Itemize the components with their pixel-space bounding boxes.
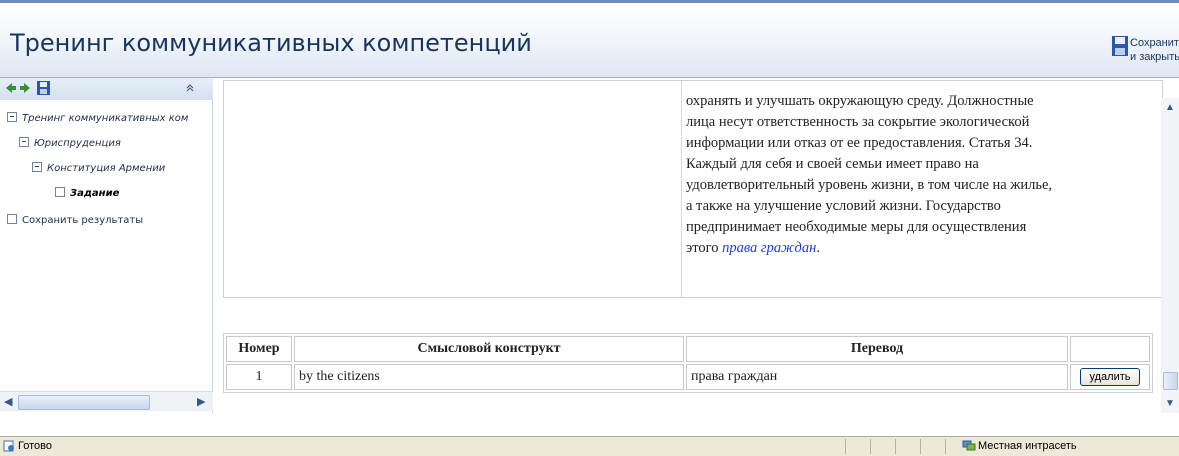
- status-divider: [845, 439, 846, 454]
- scroll-right-icon[interactable]: ▶: [197, 395, 205, 408]
- text-line: лица несут ответственность за сокрытие э…: [686, 114, 1030, 130]
- intranet-icon: [962, 440, 976, 451]
- citizens-rights-link[interactable]: права граждан: [722, 240, 816, 256]
- table-header-row: Номер Смысловой конструкт Перевод: [226, 336, 1150, 362]
- delete-button[interactable]: удалить: [1080, 368, 1140, 386]
- tree-item-training[interactable]: Тренинг коммуникативных ком: [7, 112, 188, 124]
- status-divider: [945, 439, 946, 454]
- save-and-close-button[interactable]: Сохранить и закрыть: [1112, 30, 1179, 78]
- horizontal-scrollbar[interactable]: ◀ ▶: [0, 391, 213, 411]
- main-content: охранять и улучшать окружающую среду. До…: [213, 78, 1179, 413]
- collapse-box-icon[interactable]: [19, 137, 29, 147]
- tree-item-save-results[interactable]: Сохранить результаты: [7, 214, 143, 226]
- tree-item-task[interactable]: Задание: [55, 187, 119, 199]
- cell-number: 1: [226, 364, 292, 390]
- scroll-thumb[interactable]: [18, 395, 150, 410]
- text-line: этого права граждан.: [686, 240, 820, 256]
- page-title: Тренинг коммуникативных компетенций: [10, 29, 532, 57]
- text-line: охранять и улучшать окружающую среду. До…: [686, 93, 1034, 109]
- header-action: [1070, 336, 1150, 362]
- collapse-box-icon[interactable]: [7, 112, 17, 122]
- status-ready-text: Готово: [18, 440, 52, 452]
- security-zone-text: Местная интрасеть: [978, 440, 1077, 452]
- status-divider: [870, 439, 871, 454]
- table-row: 1 by the citizens права граждан удалить: [226, 364, 1150, 390]
- tree-item-constitution[interactable]: Конституция Армении: [32, 162, 165, 174]
- text-container: охранять и улучшать окружающую среду. До…: [223, 80, 1163, 298]
- navigation-panel: Тренинг коммуникативных ком Юриспруденци…: [0, 78, 213, 413]
- text-line: Каждый для себя и своей семьи имеет прав…: [686, 156, 979, 172]
- header-construct: Смысловой конструкт: [294, 336, 684, 362]
- cell-construct: by the citizens: [294, 364, 684, 390]
- app-header: Тренинг коммуникативных компетенций Сохр…: [0, 3, 1179, 78]
- navigation-toolbar: [0, 78, 213, 100]
- cell-translation: права граждан: [686, 364, 1068, 390]
- scroll-up-icon[interactable]: ▲: [1165, 102, 1175, 113]
- arrow-left-icon[interactable]: [6, 82, 16, 94]
- text-line: информации или отказ от ее предоставлени…: [686, 135, 1033, 151]
- scroll-left-icon[interactable]: ◀: [4, 395, 12, 408]
- header-translation: Перевод: [686, 336, 1068, 362]
- text-line: предпринимает необходимые меры для осуще…: [686, 219, 1027, 235]
- arrow-right-icon[interactable]: [20, 82, 30, 94]
- clipped-text-line: [686, 73, 1156, 91]
- status-divider: [895, 439, 896, 454]
- vertical-scrollbar[interactable]: ▲ ▼: [1161, 98, 1179, 413]
- save-and-close-label: Сохранить и закрыть: [1130, 37, 1179, 63]
- collapse-box-icon[interactable]: [32, 162, 42, 172]
- status-divider: [920, 439, 921, 454]
- column-divider: [681, 81, 682, 297]
- constitution-text: охранять и улучшать окружающую среду. До…: [686, 73, 1156, 259]
- scroll-down-icon[interactable]: ▼: [1165, 398, 1175, 409]
- page-icon: [3, 440, 14, 452]
- scroll-thumb[interactable]: [1163, 372, 1178, 390]
- text-line: удовлетворительный уровень жизни, в том …: [686, 177, 1053, 193]
- status-bar: Готово Местная интрасеть: [0, 436, 1179, 456]
- save-icon[interactable]: [37, 81, 50, 95]
- header-number: Номер: [226, 336, 292, 362]
- text-line: а также на улучшение условий жизни. Госу…: [686, 198, 1001, 214]
- tree-item-jurisprudence[interactable]: Юриспруденция: [19, 137, 121, 149]
- leaf-box-icon: [55, 187, 65, 197]
- collapse-up-icon[interactable]: [186, 84, 194, 92]
- translation-table: Номер Смысловой конструкт Перевод 1 by t…: [223, 333, 1153, 393]
- leaf-box-icon: [7, 214, 17, 224]
- floppy-disk-icon: [1112, 36, 1128, 56]
